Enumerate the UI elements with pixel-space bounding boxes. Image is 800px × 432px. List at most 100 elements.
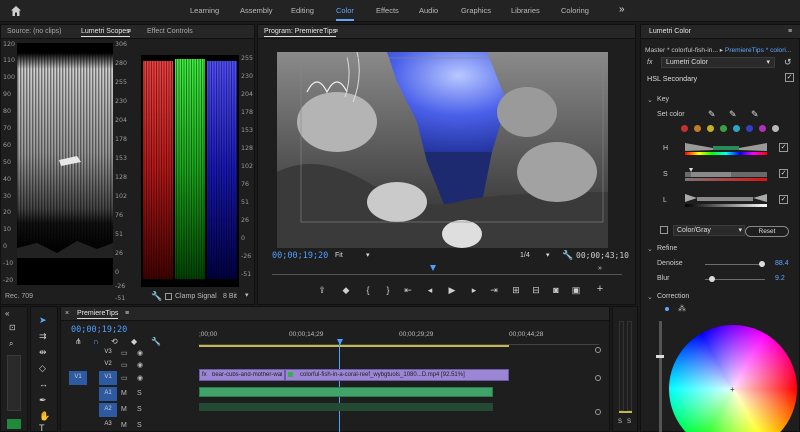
marker-icon[interactable]: ◆ (340, 285, 352, 296)
timeline-ruler[interactable]: ;00;00 00;00;14;29 00;00;29;29 00;00;44;… (199, 329, 599, 345)
go-to-in-icon[interactable]: ⇤ (402, 285, 414, 296)
play-icon[interactable]: ▶ (446, 285, 458, 296)
hue-wheel[interactable] (669, 325, 797, 432)
linked-selection-icon[interactable]: ⟲ (111, 337, 118, 346)
video-clip-fish[interactable]: colorful-fish-in-a-coral-reef_wybgtuols_… (285, 369, 509, 381)
project-scrollbar[interactable] (7, 355, 21, 411)
workspace-graphics[interactable]: Graphics (461, 6, 491, 15)
solo-left-button[interactable]: S (618, 419, 622, 425)
search-icon[interactable]: ⌕ (9, 339, 13, 349)
resolution-select[interactable]: 1/4 (520, 252, 530, 259)
go-to-out-icon[interactable]: ⇥ (488, 285, 500, 296)
hue-range-slider[interactable] (683, 141, 769, 157)
panel-menu-icon[interactable]: ≡ (788, 28, 792, 35)
hand-tool-icon[interactable]: ✋ (39, 411, 50, 422)
track-v1-target[interactable]: V1 (99, 371, 117, 385)
blur-slider-knob[interactable] (709, 276, 715, 282)
step-forward-icon[interactable]: ▸ (468, 285, 480, 296)
program-menu-icon[interactable]: ≡ (334, 28, 338, 35)
key-heading[interactable]: Key (657, 96, 669, 103)
razor-tool-icon[interactable]: ◇ (39, 363, 46, 374)
workspace-editing[interactable]: Editing (291, 6, 314, 15)
timeline-menu-icon[interactable]: ≡ (125, 310, 129, 317)
workspace-audio[interactable]: Audio (419, 6, 438, 15)
pen-tool-icon[interactable]: ✒ (39, 395, 47, 406)
lift-icon[interactable]: ⇪ (316, 285, 328, 296)
master-clip-path[interactable]: Master * colorful-fish-in... (645, 47, 718, 54)
eyedropper-icon[interactable]: ✎ (708, 109, 716, 120)
workspace-color[interactable]: Color (336, 6, 354, 21)
folder-icon[interactable]: ⊡ (9, 323, 16, 332)
saturation-enable-checkbox[interactable]: ✓ (779, 169, 788, 178)
saturation-range-slider[interactable] (683, 165, 769, 183)
sync-lock-icon[interactable]: ▭ (121, 374, 128, 382)
slip-tool-icon[interactable]: ↔ (39, 379, 48, 389)
tab-effect-controls[interactable]: Effect Controls (147, 28, 193, 35)
hsl-secondary-heading[interactable]: HSL Secondary (647, 74, 697, 83)
color-gray-select[interactable]: Color/Gray ▾ (673, 225, 745, 236)
mark-in-icon[interactable]: { (362, 285, 374, 295)
tab-source[interactable]: Source: (no clips) (7, 28, 61, 35)
color-gray-checkbox[interactable] (660, 226, 668, 234)
swatch-cyan[interactable] (733, 125, 740, 132)
denoise-value[interactable]: 88.4 (775, 260, 789, 267)
settings-wrench-icon[interactable]: 🔧 (562, 250, 573, 261)
swatch-green[interactable] (720, 125, 727, 132)
timeline-title[interactable]: PremiereTips (77, 310, 119, 319)
denoise-slider-track[interactable] (705, 264, 765, 265)
eye-icon[interactable]: ◉ (137, 349, 143, 357)
source-patch-v1[interactable]: V1 (69, 371, 87, 385)
chevron-down-icon[interactable]: ⌄ (647, 96, 653, 104)
track-a3-label[interactable]: A3 (101, 421, 115, 427)
program-title[interactable]: Program: PremiereTips (264, 28, 337, 37)
eye-icon[interactable]: ◉ (137, 361, 143, 369)
program-scrubber[interactable] (272, 269, 622, 275)
ripple-edit-tool-icon[interactable]: ⇹ (39, 347, 47, 358)
workspace-libraries[interactable]: Libraries (511, 6, 540, 15)
insert-icon[interactable]: ⊞ (510, 285, 522, 296)
more-workspaces-icon[interactable]: » (619, 4, 625, 15)
reset-button[interactable]: Reset (745, 226, 789, 237)
mark-out-icon[interactable]: } (382, 285, 394, 295)
mute-icon[interactable]: M (121, 422, 127, 429)
three-wheel-view-icon[interactable]: ⁂ (678, 304, 686, 313)
snap-icon[interactable]: ∩ (93, 337, 99, 346)
tab-menu-icon[interactable]: ≡ (127, 28, 131, 35)
track-v3-label[interactable]: V3 (101, 349, 115, 355)
comparison-view-icon[interactable]: ▣ (570, 285, 582, 296)
type-tool-icon[interactable]: T (39, 423, 45, 432)
mute-icon[interactable]: M (121, 406, 127, 413)
scroll-handle[interactable] (595, 375, 601, 381)
workspace-effects[interactable]: Effects (376, 6, 399, 15)
luminance-enable-checkbox[interactable]: ✓ (779, 195, 788, 204)
program-video-frame[interactable] (277, 52, 608, 248)
swatch-red[interactable] (681, 125, 688, 132)
work-area-bar[interactable] (199, 345, 509, 347)
sync-lock-icon[interactable]: ▭ (121, 361, 128, 369)
chevron-down-icon[interactable]: ⌄ (647, 245, 653, 253)
camera-icon[interactable]: ◙ (550, 285, 562, 295)
expand-icon[interactable]: » (594, 265, 606, 272)
track-a2-target[interactable]: A2 (99, 403, 117, 417)
effect-select[interactable]: Lumetri Color ▾ (661, 57, 775, 68)
track-a1-target[interactable]: A1 (99, 387, 117, 401)
swatch-magenta[interactable] (759, 125, 766, 132)
hue-enable-checkbox[interactable]: ✓ (779, 143, 788, 152)
timeline-timecode[interactable]: 00;00;19;20 (71, 325, 127, 335)
program-timecode[interactable]: 00;00;19;20 (272, 251, 328, 261)
solo-icon[interactable]: S (137, 422, 142, 429)
solo-right-button[interactable]: S (627, 419, 631, 425)
step-back-icon[interactable]: ◂ (424, 285, 436, 296)
correction-midtone-slider[interactable] (659, 321, 662, 432)
solo-icon[interactable]: S (137, 406, 142, 413)
track-select-tool-icon[interactable]: ⇉ (39, 331, 47, 342)
swatch-yellow[interactable] (707, 125, 714, 132)
scroll-handle[interactable] (595, 347, 601, 353)
chevron-down-icon[interactable]: ⌄ (647, 293, 653, 301)
swatch-blue[interactable] (746, 125, 753, 132)
fit-select[interactable]: Fit (335, 252, 343, 259)
sequence-clip-path[interactable]: PremiereTips * colori... (725, 47, 791, 54)
audio-clip-a1[interactable] (199, 387, 493, 397)
mute-icon[interactable]: M (121, 390, 127, 397)
swatch-gray[interactable] (772, 125, 779, 132)
